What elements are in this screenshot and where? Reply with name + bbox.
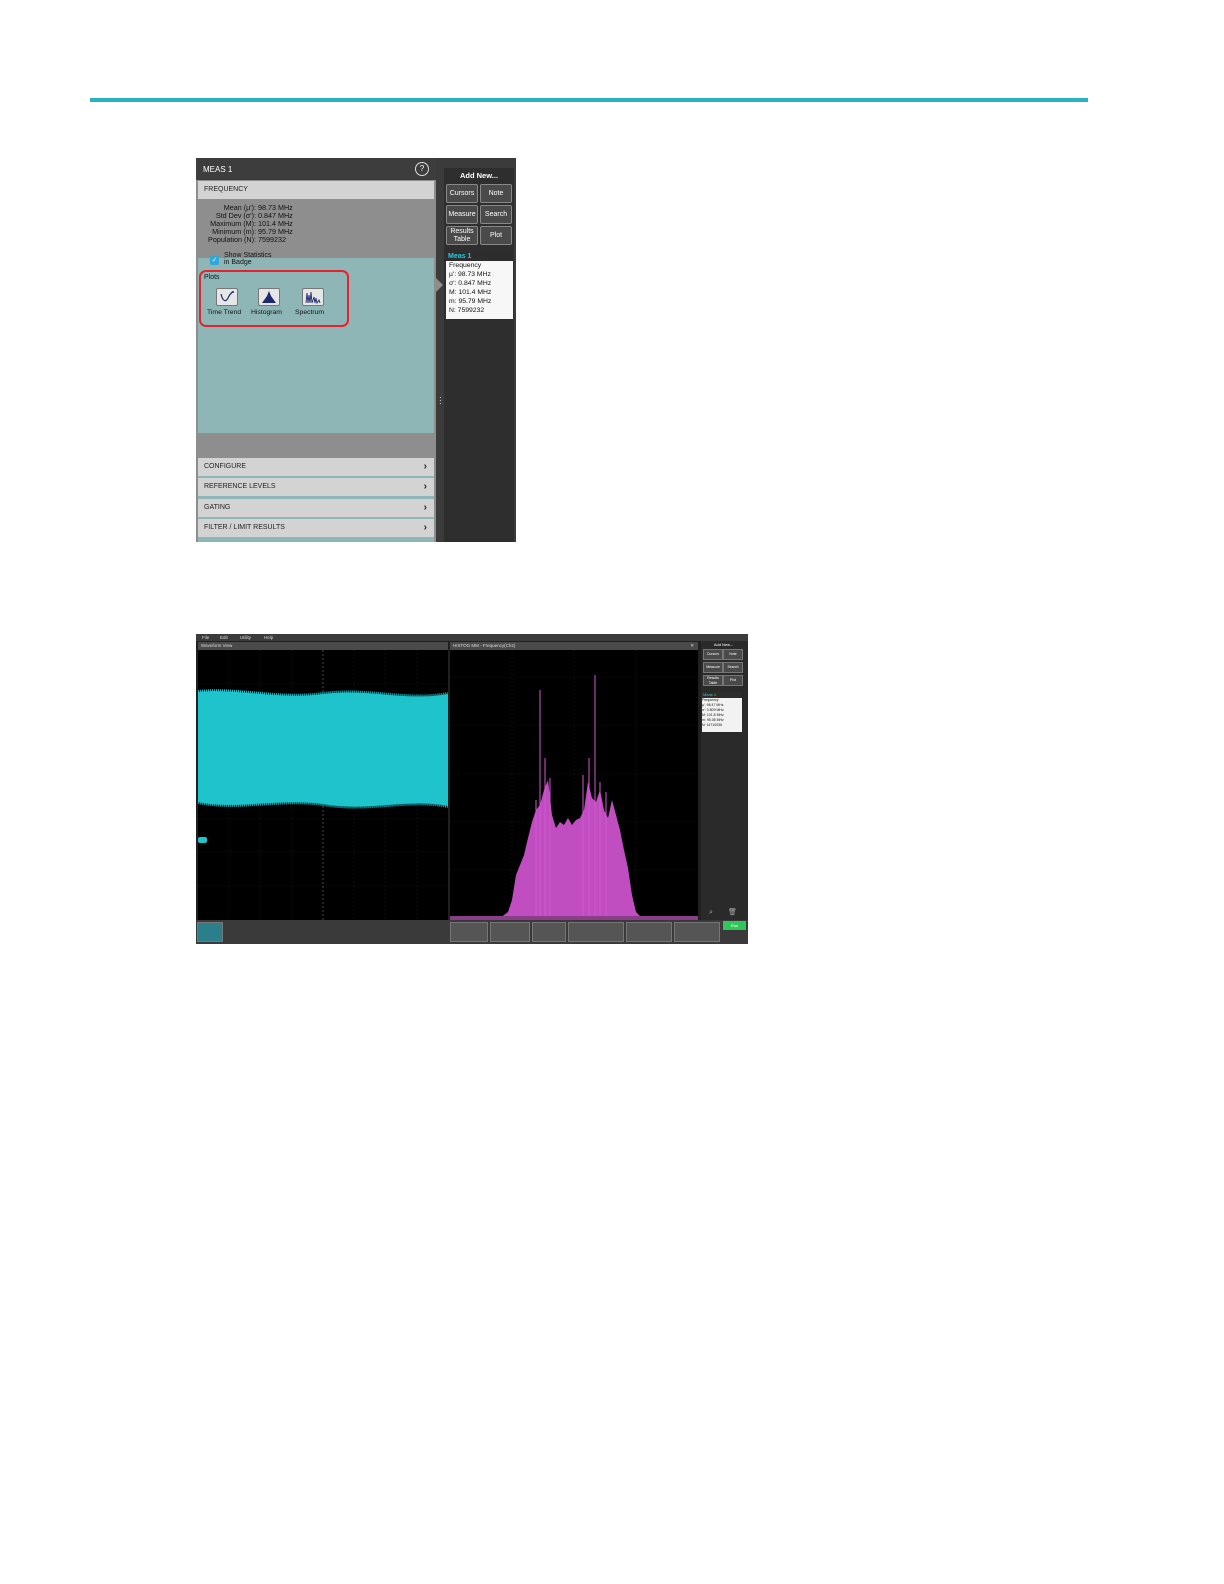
menu-edit[interactable]: Edit	[220, 635, 228, 640]
acquisition-badge[interactable]	[674, 922, 720, 942]
spectrum-button[interactable]	[302, 288, 324, 306]
scope-add-new-label: Add New...	[713, 642, 734, 647]
histogram-button[interactable]	[258, 288, 280, 306]
scope-plot-button[interactable]: Plot	[723, 675, 743, 686]
spectrum-icon	[305, 291, 321, 305]
menu-file[interactable]: File	[202, 635, 209, 640]
menu-title: MEAS 1	[203, 165, 233, 174]
chevron-right-icon: ›	[423, 481, 427, 492]
chevron-right-icon: ›	[423, 461, 427, 472]
section-reference-levels[interactable]: REFERENCE LEVELS ›	[198, 478, 434, 496]
waveform-view[interactable]	[197, 650, 449, 920]
scope-meas1-badge[interactable]: Meas 1 Frequency µ': 98.47 MHz σ': 0.809…	[702, 692, 742, 732]
meas1-config-menu: MEAS 1 ? FREQUENCY Mean (µ'): 98.73 MHz S…	[196, 158, 436, 542]
help-icon[interactable]: ?	[415, 162, 429, 176]
run-button[interactable]: Run	[723, 921, 746, 930]
menu-help[interactable]: Help	[264, 635, 273, 640]
scope-search-button[interactable]: Search	[723, 662, 743, 673]
results-table-button[interactable]: Results Table	[446, 226, 478, 245]
section-filter-limit-results[interactable]: FILTER / LIMIT RESULTS ›	[198, 519, 434, 537]
menu-bar: File Edit Utility Help	[196, 634, 748, 641]
meas1-badge[interactable]: Meas 1 Frequency µ': 98.73 MHz σ': 0.847…	[446, 252, 513, 319]
spectrum-trace	[450, 650, 698, 920]
scope-measure-button[interactable]: Measure	[703, 662, 723, 673]
plots-label: Plots	[204, 274, 220, 281]
time-trend-label: Time Trend	[207, 309, 242, 316]
trigger-badge[interactable]	[626, 922, 672, 942]
waveform-view-header: Waveform View	[198, 642, 448, 650]
plot-button[interactable]: Plot	[480, 226, 512, 245]
search-button[interactable]: Search	[480, 205, 512, 224]
section-gating[interactable]: GATING ›	[198, 499, 434, 517]
channel-badge[interactable]	[197, 922, 223, 942]
show-stats-checkbox[interactable]: ✓	[210, 256, 219, 265]
results-bar: Add New... Cursors Note Measure Search R…	[444, 168, 514, 542]
settings-bar	[196, 920, 748, 944]
trash-icon[interactable]: 🗑	[728, 908, 737, 916]
note-button[interactable]: Note	[480, 184, 512, 203]
chevron-right-icon: ›	[423, 522, 427, 533]
add-new-label: Add New...	[459, 171, 499, 180]
chevron-right-icon: ›	[423, 502, 427, 513]
zoom-icon[interactable]: ⌕	[709, 909, 713, 917]
panel-lower-fill	[198, 433, 434, 458]
math-ref-buttons[interactable]	[532, 922, 566, 942]
page-header-rule	[90, 98, 1088, 102]
stat-row: Population (N): 7599232	[208, 235, 286, 244]
drag-handle-icon[interactable]: · · ·	[439, 394, 442, 408]
time-trend-button[interactable]	[216, 288, 238, 306]
show-stats-label: Show Statistics in Badge	[224, 252, 272, 266]
histogram-label: Histogram	[251, 309, 282, 316]
section-configure[interactable]: CONFIGURE ›	[198, 458, 434, 476]
waveform-trace	[197, 650, 449, 920]
menu-utility[interactable]: Utility	[240, 635, 251, 640]
menu-header: MEAS 1 ?	[196, 158, 436, 180]
section-frequency[interactable]: FREQUENCY	[198, 181, 434, 199]
time-trend-icon	[220, 291, 234, 302]
spectrum-plot[interactable]	[450, 650, 698, 920]
scope-note-button[interactable]: Note	[723, 649, 743, 660]
measure-button[interactable]: Measure	[446, 205, 478, 224]
scope-results-bar: Add New... Cursors Note Measure Search R…	[701, 641, 748, 921]
add-buttons[interactable]	[490, 922, 530, 942]
spectrum-plot-header: HISTOG MM - Frequency(Ch2) ✕	[450, 642, 698, 650]
cursors-button[interactable]: Cursors	[446, 184, 478, 203]
statistics-block: Mean (µ'): 98.73 MHz Std Dev (σ'): 0.847 M…	[196, 204, 436, 244]
scope-cursors-button[interactable]: Cursors	[703, 649, 723, 660]
section-frequency-label: FREQUENCY	[204, 186, 248, 193]
panel-pointer	[436, 278, 443, 292]
scope-results-table-button[interactable]: Results Table	[703, 675, 723, 686]
histogram-icon	[262, 291, 276, 303]
oscilloscope-screenshot: File Edit Utility Help Waveform View HIS…	[196, 634, 748, 944]
close-icon[interactable]: ✕	[690, 643, 694, 649]
spectrum-label: Spectrum	[295, 309, 325, 316]
measurement-config-screenshot: MEAS 1 ? FREQUENCY Mean (µ'): 98.73 MHz S…	[196, 158, 516, 542]
horizontal-badge[interactable]	[568, 922, 624, 942]
channel-buttons[interactable]	[450, 922, 488, 942]
badge-title: Meas 1	[446, 252, 513, 261]
